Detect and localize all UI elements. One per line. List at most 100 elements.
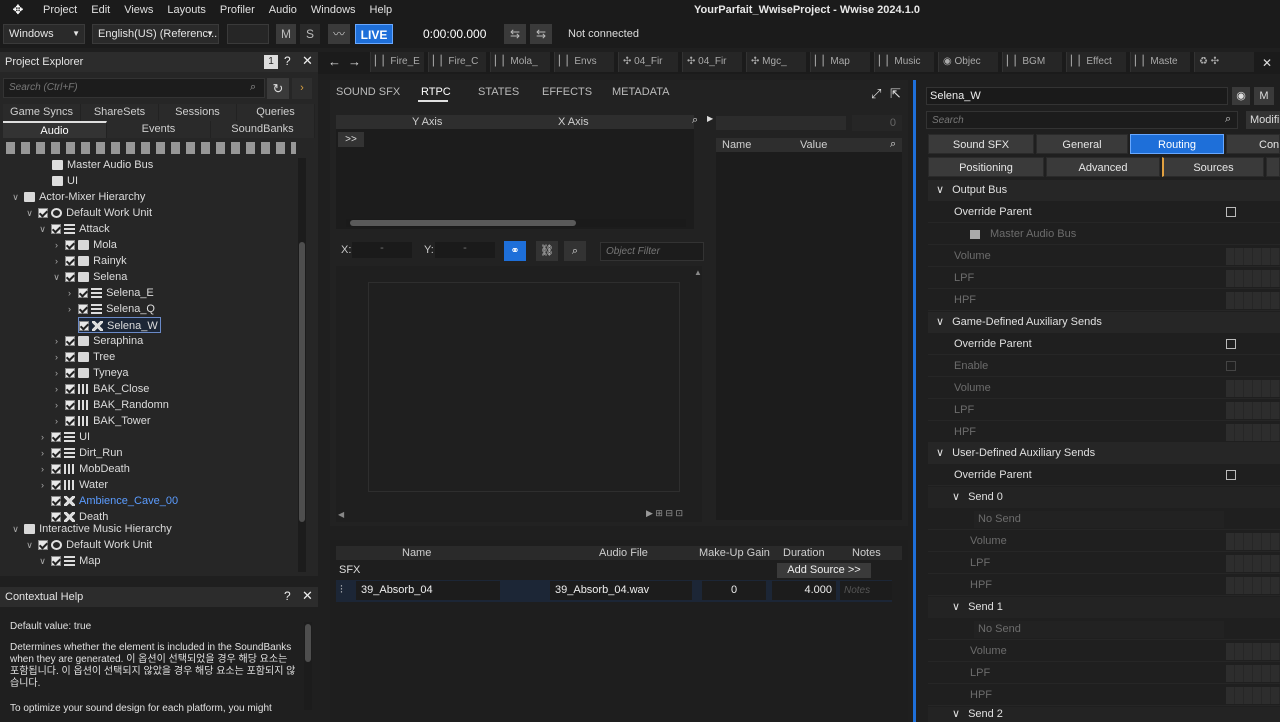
tree-item[interactable]: ∨ Map (37, 553, 100, 569)
chevron-right-icon[interactable]: › (51, 349, 62, 365)
checkbox[interactable] (65, 352, 76, 363)
tree-item[interactable]: UI (52, 173, 78, 189)
history-tab[interactable]: ✣ Mgc_ (746, 52, 806, 72)
tree-item[interactable]: › Rainyk (51, 253, 127, 269)
chevron-down-icon[interactable]: ∨ (51, 269, 62, 285)
chevron-right-icon[interactable]: › (64, 301, 75, 317)
tree-item[interactable]: › Water (37, 477, 108, 493)
hpf-slider[interactable] (1226, 577, 1280, 594)
checkbox[interactable] (51, 448, 62, 459)
checkbox[interactable] (79, 321, 89, 332)
close-icon[interactable]: ✕ (302, 588, 313, 604)
expand-icon[interactable]: ⤢ (871, 86, 881, 102)
tree-item[interactable]: › Dirt_Run (37, 445, 122, 461)
scrollbar-thumb[interactable] (305, 624, 311, 662)
tab-queries[interactable]: Queries (237, 104, 315, 121)
menu-views[interactable]: Views (117, 0, 160, 20)
menu-project[interactable]: Project (36, 0, 84, 20)
section-send-0[interactable]: ∨ Send 0 (928, 487, 1280, 508)
help-icon[interactable]: ? (284, 589, 291, 603)
tree-item[interactable]: ∨ Interactive Music Hierarchy (10, 521, 172, 537)
link-curves-icon[interactable]: ⚭ (504, 241, 526, 261)
search-icon[interactable]: ⌕ (692, 114, 698, 127)
object-name-field[interactable]: Selena_W (926, 87, 1228, 105)
tab-states[interactable]: STATES (478, 86, 519, 98)
send-0-target[interactable]: No Send (974, 511, 1224, 528)
close-icon[interactable]: ✕ (302, 53, 313, 69)
language-dropdown[interactable]: English(US) (Referenc... ▼ (92, 24, 219, 44)
checkbox[interactable] (65, 400, 76, 411)
close-icon[interactable]: ✕ (1262, 56, 1272, 70)
history-tab[interactable]: ▏▏Maste (1130, 52, 1190, 72)
history-tab[interactable]: ▏▏BGM (1002, 52, 1062, 72)
checkbox[interactable] (51, 556, 62, 567)
checkbox[interactable] (65, 368, 76, 379)
tab-routing[interactable]: Routing (1130, 134, 1224, 154)
col-audio-file[interactable]: Audio File (599, 546, 648, 560)
graph-vscroll-icon[interactable]: ▲ (694, 268, 702, 277)
sync-icon[interactable]: ↻ (267, 78, 289, 99)
graph-zoom-controls-icon[interactable]: ▶ ⊞ ⊟ ⊡ (646, 508, 683, 519)
help-scrollbar[interactable] (304, 622, 312, 710)
volume-slider[interactable] (1226, 380, 1280, 397)
rtpc-value-field[interactable] (716, 116, 846, 130)
chevron-right-icon[interactable]: › (51, 397, 62, 413)
add-source-button[interactable]: Add Source >> (777, 563, 871, 578)
menu-profiler[interactable]: Profiler (213, 0, 262, 20)
hpf-slider[interactable] (1226, 292, 1280, 309)
chevron-down-icon[interactable]: ∨ (37, 553, 48, 569)
checkbox[interactable] (65, 416, 76, 427)
tab-metadata[interactable]: METADATA (612, 86, 669, 98)
history-tab[interactable]: ✣ 04_Fir (682, 52, 742, 72)
menu-layouts[interactable]: Layouts (160, 0, 213, 20)
checkbox[interactable] (78, 304, 89, 315)
history-tab[interactable]: ▏▏Fire_E (370, 52, 424, 72)
notes-field[interactable]: Notes (840, 581, 892, 600)
modifier-button[interactable]: Modifi (1246, 111, 1280, 129)
tree-item[interactable]: ∨ Default Work Unit (24, 205, 152, 221)
tab-sources[interactable]: Sources (1162, 157, 1264, 177)
tab-audio[interactable]: Audio (3, 121, 107, 138)
checkbox[interactable] (38, 540, 49, 551)
tree-item[interactable]: › Selena_E (64, 285, 154, 301)
help-icon[interactable]: ? (284, 54, 291, 68)
explorer-search-input[interactable]: Search (Ctrl+F) (3, 78, 265, 98)
tab-effects[interactable]: EFFECTS (542, 86, 592, 98)
history-tab[interactable]: ♻ ✣ (1194, 52, 1254, 72)
mute-button[interactable]: M (276, 24, 296, 44)
panel-splitter[interactable] (913, 80, 916, 722)
x-axis-col[interactable]: X Axis (558, 115, 589, 129)
volume-slider[interactable] (1226, 643, 1280, 660)
tab-game-syncs[interactable]: Game Syncs (3, 104, 81, 121)
chain-link-icon[interactable]: ⛓ (536, 241, 558, 261)
chevron-right-icon[interactable]: › (64, 285, 75, 301)
checkbox[interactable] (65, 240, 76, 251)
back-arrow-icon[interactable]: ← (328, 54, 341, 69)
y-value-field[interactable]: - (435, 242, 495, 258)
search-icon[interactable]: ⌕ (890, 138, 896, 151)
history-tab[interactable]: ▏▏Map (810, 52, 870, 72)
profiler-graph-icon[interactable]: 〰 (328, 24, 350, 44)
override-parent-checkbox[interactable] (1226, 470, 1236, 480)
tree-item[interactable]: ∨ Default Work Unit (24, 537, 152, 553)
lpf-slider[interactable] (1226, 402, 1280, 419)
checkbox[interactable] (51, 480, 62, 491)
hpf-slider[interactable] (1226, 424, 1280, 441)
popout-icon[interactable]: ⇱ (890, 86, 901, 102)
chevron-down-icon[interactable]: ∨ (10, 189, 21, 205)
chevron-right-icon[interactable]: › (51, 413, 62, 429)
chevron-right-icon[interactable]: › (51, 253, 62, 269)
tree-item[interactable]: › Selena_Q (64, 301, 155, 317)
tab-soundbanks[interactable]: SoundBanks (211, 121, 315, 138)
checkbox[interactable] (65, 272, 76, 283)
graph-hscroll[interactable]: ◀ (338, 510, 658, 519)
tree-item[interactable]: ∨ Selena (51, 269, 127, 285)
volume-slider[interactable] (1226, 248, 1280, 265)
tree-item[interactable]: › MobDeath (37, 461, 130, 477)
tree-item[interactable]: › BAK_Tower (51, 413, 151, 429)
remote-icon[interactable]: ⇆ (530, 24, 552, 44)
history-tab[interactable]: ▏▏Envs (554, 52, 614, 72)
checkbox[interactable] (65, 384, 76, 395)
chevron-right-icon[interactable]: › (51, 237, 62, 253)
chevron-down-icon[interactable]: ∨ (37, 221, 48, 237)
